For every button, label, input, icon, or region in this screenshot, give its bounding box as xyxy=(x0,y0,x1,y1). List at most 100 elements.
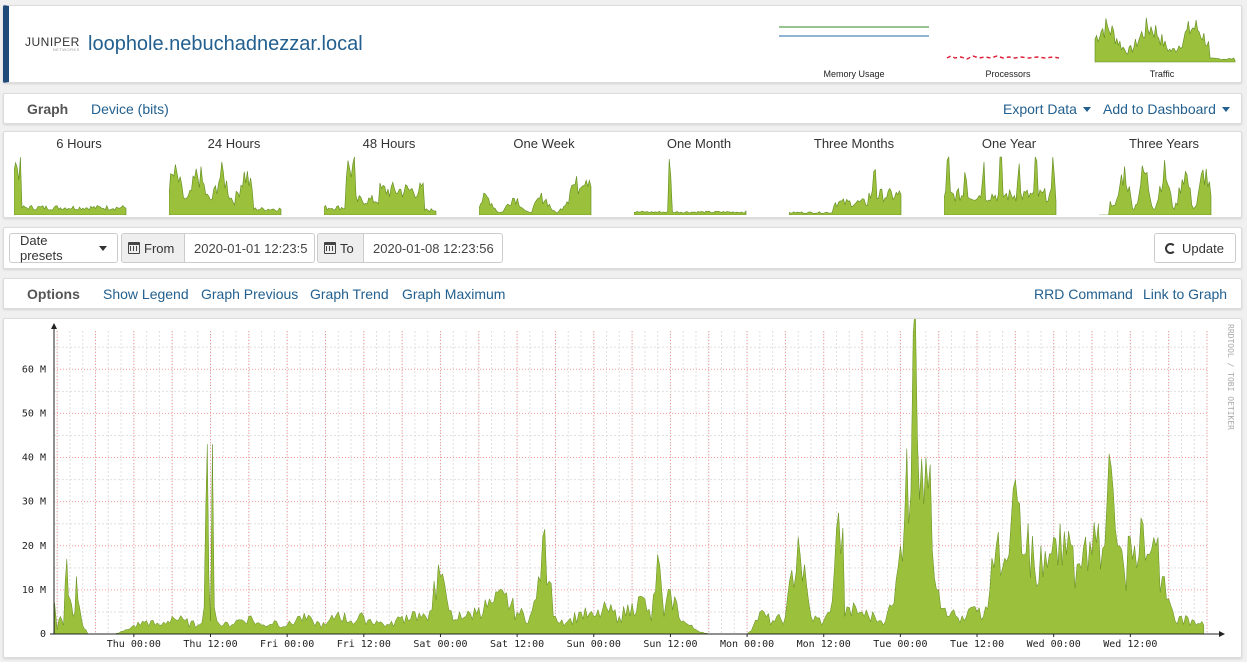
thumbnail-three-months[interactable]: Three Months xyxy=(779,136,929,215)
x-tick-label: Fri 00:00 xyxy=(260,639,314,650)
rrdtool-watermark: RRDTOOL / TOBI OETIKER xyxy=(1226,324,1235,430)
thumbnail-sparkline xyxy=(944,156,1057,215)
export-data-label: Export Data xyxy=(1003,101,1077,117)
thumbnail-area xyxy=(324,156,437,215)
add-to-dashboard-dropdown[interactable]: Add to Dashboard xyxy=(1103,101,1230,117)
export-data-dropdown[interactable]: Export Data xyxy=(1003,101,1091,117)
thumbnail-label: Three Years xyxy=(1128,136,1200,151)
from-date-input[interactable]: 2020-01-01 12:23:5 xyxy=(185,233,315,263)
processors-label: Processors xyxy=(985,69,1031,79)
update-label: Update xyxy=(1182,240,1224,256)
processors-minigraph[interactable]: Processors xyxy=(933,12,1083,79)
thumbnail-label: One Year xyxy=(981,136,1037,151)
x-tick-label: Mon 12:00 xyxy=(797,639,851,650)
thumbnail-sparkline xyxy=(324,156,437,215)
processors-sparkline xyxy=(946,55,1060,60)
thumbnail-sparkline xyxy=(789,168,902,215)
thumbnail-one-year[interactable]: One Year xyxy=(934,136,1084,215)
x-tick-label: Thu 00:00 xyxy=(107,639,161,650)
traffic-chart: 0 10 M 20 M 30 M 40 M 50 M 60 M Thu 00:00 Thu 12… xyxy=(22,303,1235,650)
to-date-input[interactable]: 2020-01-08 12:23:56 xyxy=(364,233,503,263)
x-tick-label: Sat 12:00 xyxy=(490,639,544,650)
date-presets-button[interactable]: Date presets xyxy=(9,233,118,263)
device-header: JUNIPER NETWORKS loophole.nebuchadnezzar… xyxy=(3,5,1242,83)
rrd-command-link[interactable]: RRD Command xyxy=(1034,286,1133,302)
thumbnail-area xyxy=(789,168,902,215)
thumbnail-24-hours[interactable]: 24 Hours xyxy=(159,136,309,215)
thumbnail-sparkline xyxy=(1099,159,1212,215)
date-presets-label: Date presets xyxy=(20,233,63,263)
y-tick-label: 40 M xyxy=(22,453,46,464)
thumbnail-sparkline xyxy=(169,161,282,215)
y-axis-arrow-icon xyxy=(51,323,57,329)
traffic-label: Traffic xyxy=(1149,69,1175,79)
traffic-area-series xyxy=(54,303,1205,635)
main-traffic-graph[interactable]: 0 10 M 20 M 30 M 40 M 50 M 60 M Thu 00:00 Thu 12… xyxy=(3,303,1242,658)
thumbnail-label: One Week xyxy=(513,136,575,151)
thumbnail-area xyxy=(944,156,1057,215)
graph-maximum-link[interactable]: Graph Maximum xyxy=(402,286,505,302)
thumbnail-one-week[interactable]: One Week xyxy=(469,136,619,215)
memory-usage-label: Memory Usage xyxy=(823,69,885,79)
memory-usage-minigraph[interactable]: Memory Usage xyxy=(779,12,929,79)
graph-trend-link[interactable]: Graph Trend xyxy=(310,286,389,302)
x-tick-label: Sun 00:00 xyxy=(567,639,621,650)
memory-usage-sparkline xyxy=(779,26,929,37)
x-axis-arrow-icon xyxy=(1219,631,1225,637)
thumbnail-area xyxy=(479,176,592,215)
thumbnail-sparkline xyxy=(634,158,747,215)
x-tick-label: Wed 12:00 xyxy=(1103,639,1157,650)
from-label: From xyxy=(144,240,175,256)
y-tick-label: 0 xyxy=(40,629,46,640)
calendar-icon xyxy=(324,242,336,254)
graph-navbar: Graph Device (bits) Export Data Add to D… xyxy=(3,93,1242,124)
device-hostname[interactable]: loophole.nebuchadnezzar.local xyxy=(88,33,363,56)
options-title: Options xyxy=(27,286,80,302)
thumbnail-three-years[interactable]: Three Years xyxy=(1089,136,1239,215)
chevron-down-icon xyxy=(99,245,107,251)
from-addon: From xyxy=(121,233,185,263)
x-tick-label: Sat 00:00 xyxy=(413,639,467,650)
thumbnail-label: 24 Hours xyxy=(207,136,261,151)
add-to-dashboard-label: Add to Dashboard xyxy=(1103,101,1216,117)
device-bits-link[interactable]: Device (bits) xyxy=(91,101,169,117)
x-tick-label: Tue 12:00 xyxy=(950,639,1004,650)
x-tick-label: Wed 00:00 xyxy=(1027,639,1081,650)
thumbnail-area xyxy=(14,156,127,215)
y-tick-label: 50 M xyxy=(22,408,46,419)
graph-previous-link[interactable]: Graph Previous xyxy=(201,286,298,302)
x-tick-label: Tue 00:00 xyxy=(873,639,927,650)
show-legend-link[interactable]: Show Legend xyxy=(103,286,189,302)
thumbnail-one-month[interactable]: One Month xyxy=(624,136,774,215)
thumbnail-area xyxy=(1099,159,1212,215)
to-addon: To xyxy=(317,233,364,263)
vendor-logo: JUNIPER NETWORKS xyxy=(25,35,80,52)
to-label: To xyxy=(340,240,354,256)
thumbnail-6-hours[interactable]: 6 Hours xyxy=(4,136,154,215)
x-tick-label: Fri 12:00 xyxy=(337,639,391,650)
thumbnail-area xyxy=(634,158,747,215)
date-range-row: Date presets From 2020-01-01 12:23:5 To … xyxy=(3,227,1242,269)
thumbnail-sparkline xyxy=(479,176,592,215)
thumbnail-label: Three Months xyxy=(813,136,895,151)
chevron-down-icon xyxy=(1082,107,1091,112)
options-navbar: Options Show Legend Graph Previous Graph… xyxy=(3,278,1242,309)
calendar-icon xyxy=(128,242,140,254)
thumbnail-label: 48 Hours xyxy=(362,136,416,151)
thumbnail-sparkline xyxy=(14,156,127,215)
graph-section-title: Graph xyxy=(27,101,69,117)
update-button[interactable]: Update xyxy=(1154,233,1236,263)
x-tick-label: Mon 00:00 xyxy=(720,639,774,650)
refresh-icon xyxy=(1165,242,1176,254)
thumbnail-48-hours[interactable]: 48 Hours xyxy=(314,136,464,215)
y-tick-label: 20 M xyxy=(22,541,46,552)
y-tick-label: 30 M xyxy=(22,497,46,508)
traffic-sparkline xyxy=(1094,17,1236,63)
chevron-down-icon xyxy=(1221,107,1230,112)
y-tick-label: 60 M xyxy=(22,364,46,375)
traffic-minigraph[interactable]: Traffic xyxy=(1087,12,1237,79)
x-tick-label: Sun 12:00 xyxy=(643,639,697,650)
link-to-graph-link[interactable]: Link to Graph xyxy=(1143,286,1227,302)
thumbnail-label: 6 Hours xyxy=(56,136,102,151)
y-tick-label: 10 M xyxy=(22,585,46,596)
